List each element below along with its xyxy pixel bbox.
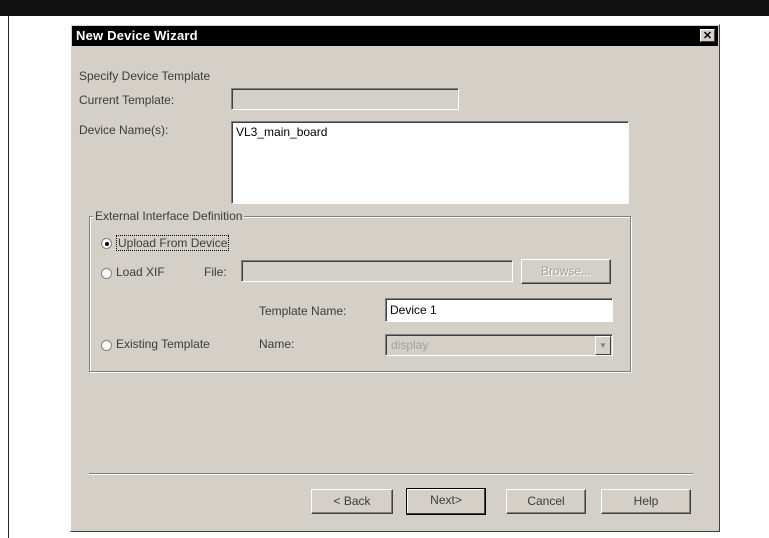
name-select-value: display — [391, 338, 429, 352]
top-bar — [0, 0, 769, 16]
new-device-wizard-dialog: New Device Wizard ✕ Specify Device Templ… — [70, 24, 720, 532]
current-template-field — [231, 88, 459, 110]
load-xif-radio[interactable] — [101, 268, 112, 279]
title-bar: New Device Wizard ✕ — [72, 26, 718, 46]
chevron-down-icon[interactable]: ▼ — [595, 336, 611, 355]
device-names-value: VL3_main_board — [236, 125, 328, 139]
close-button[interactable]: ✕ — [700, 29, 715, 42]
back-button[interactable]: < Back — [311, 489, 393, 514]
existing-template-radio[interactable] — [101, 340, 112, 351]
upload-radio[interactable] — [101, 238, 112, 249]
window-title: New Device Wizard — [76, 28, 198, 43]
name-select[interactable]: display ▼ — [385, 334, 613, 356]
next-button[interactable]: Next> — [406, 488, 486, 515]
device-names-label: Device Name(s): — [79, 123, 169, 137]
device-names-input[interactable]: VL3_main_board — [231, 121, 629, 204]
file-input[interactable] — [241, 260, 513, 282]
file-label: File: — [204, 265, 227, 279]
cancel-button[interactable]: Cancel — [506, 489, 586, 514]
browse-button[interactable]: Browse... — [521, 259, 611, 284]
button-separator — [89, 473, 693, 475]
template-name-label: Template Name: — [259, 304, 347, 318]
name-label: Name: — [259, 337, 295, 351]
section-heading: Specify Device Template — [79, 69, 211, 83]
load-xif-label[interactable]: Load XIF — [116, 265, 165, 279]
upload-label[interactable]: Upload From Device — [116, 235, 230, 251]
page-left-border — [8, 16, 9, 538]
existing-template-label[interactable]: Existing Template — [116, 337, 210, 351]
current-template-label: Current Template: — [79, 93, 175, 107]
help-button[interactable]: Help — [601, 489, 691, 514]
close-icon: ✕ — [702, 30, 713, 42]
template-name-value: Device 1 — [390, 303, 437, 317]
template-name-input[interactable]: Device 1 — [385, 298, 613, 322]
external-interface-title: External Interface Definition — [93, 209, 245, 223]
